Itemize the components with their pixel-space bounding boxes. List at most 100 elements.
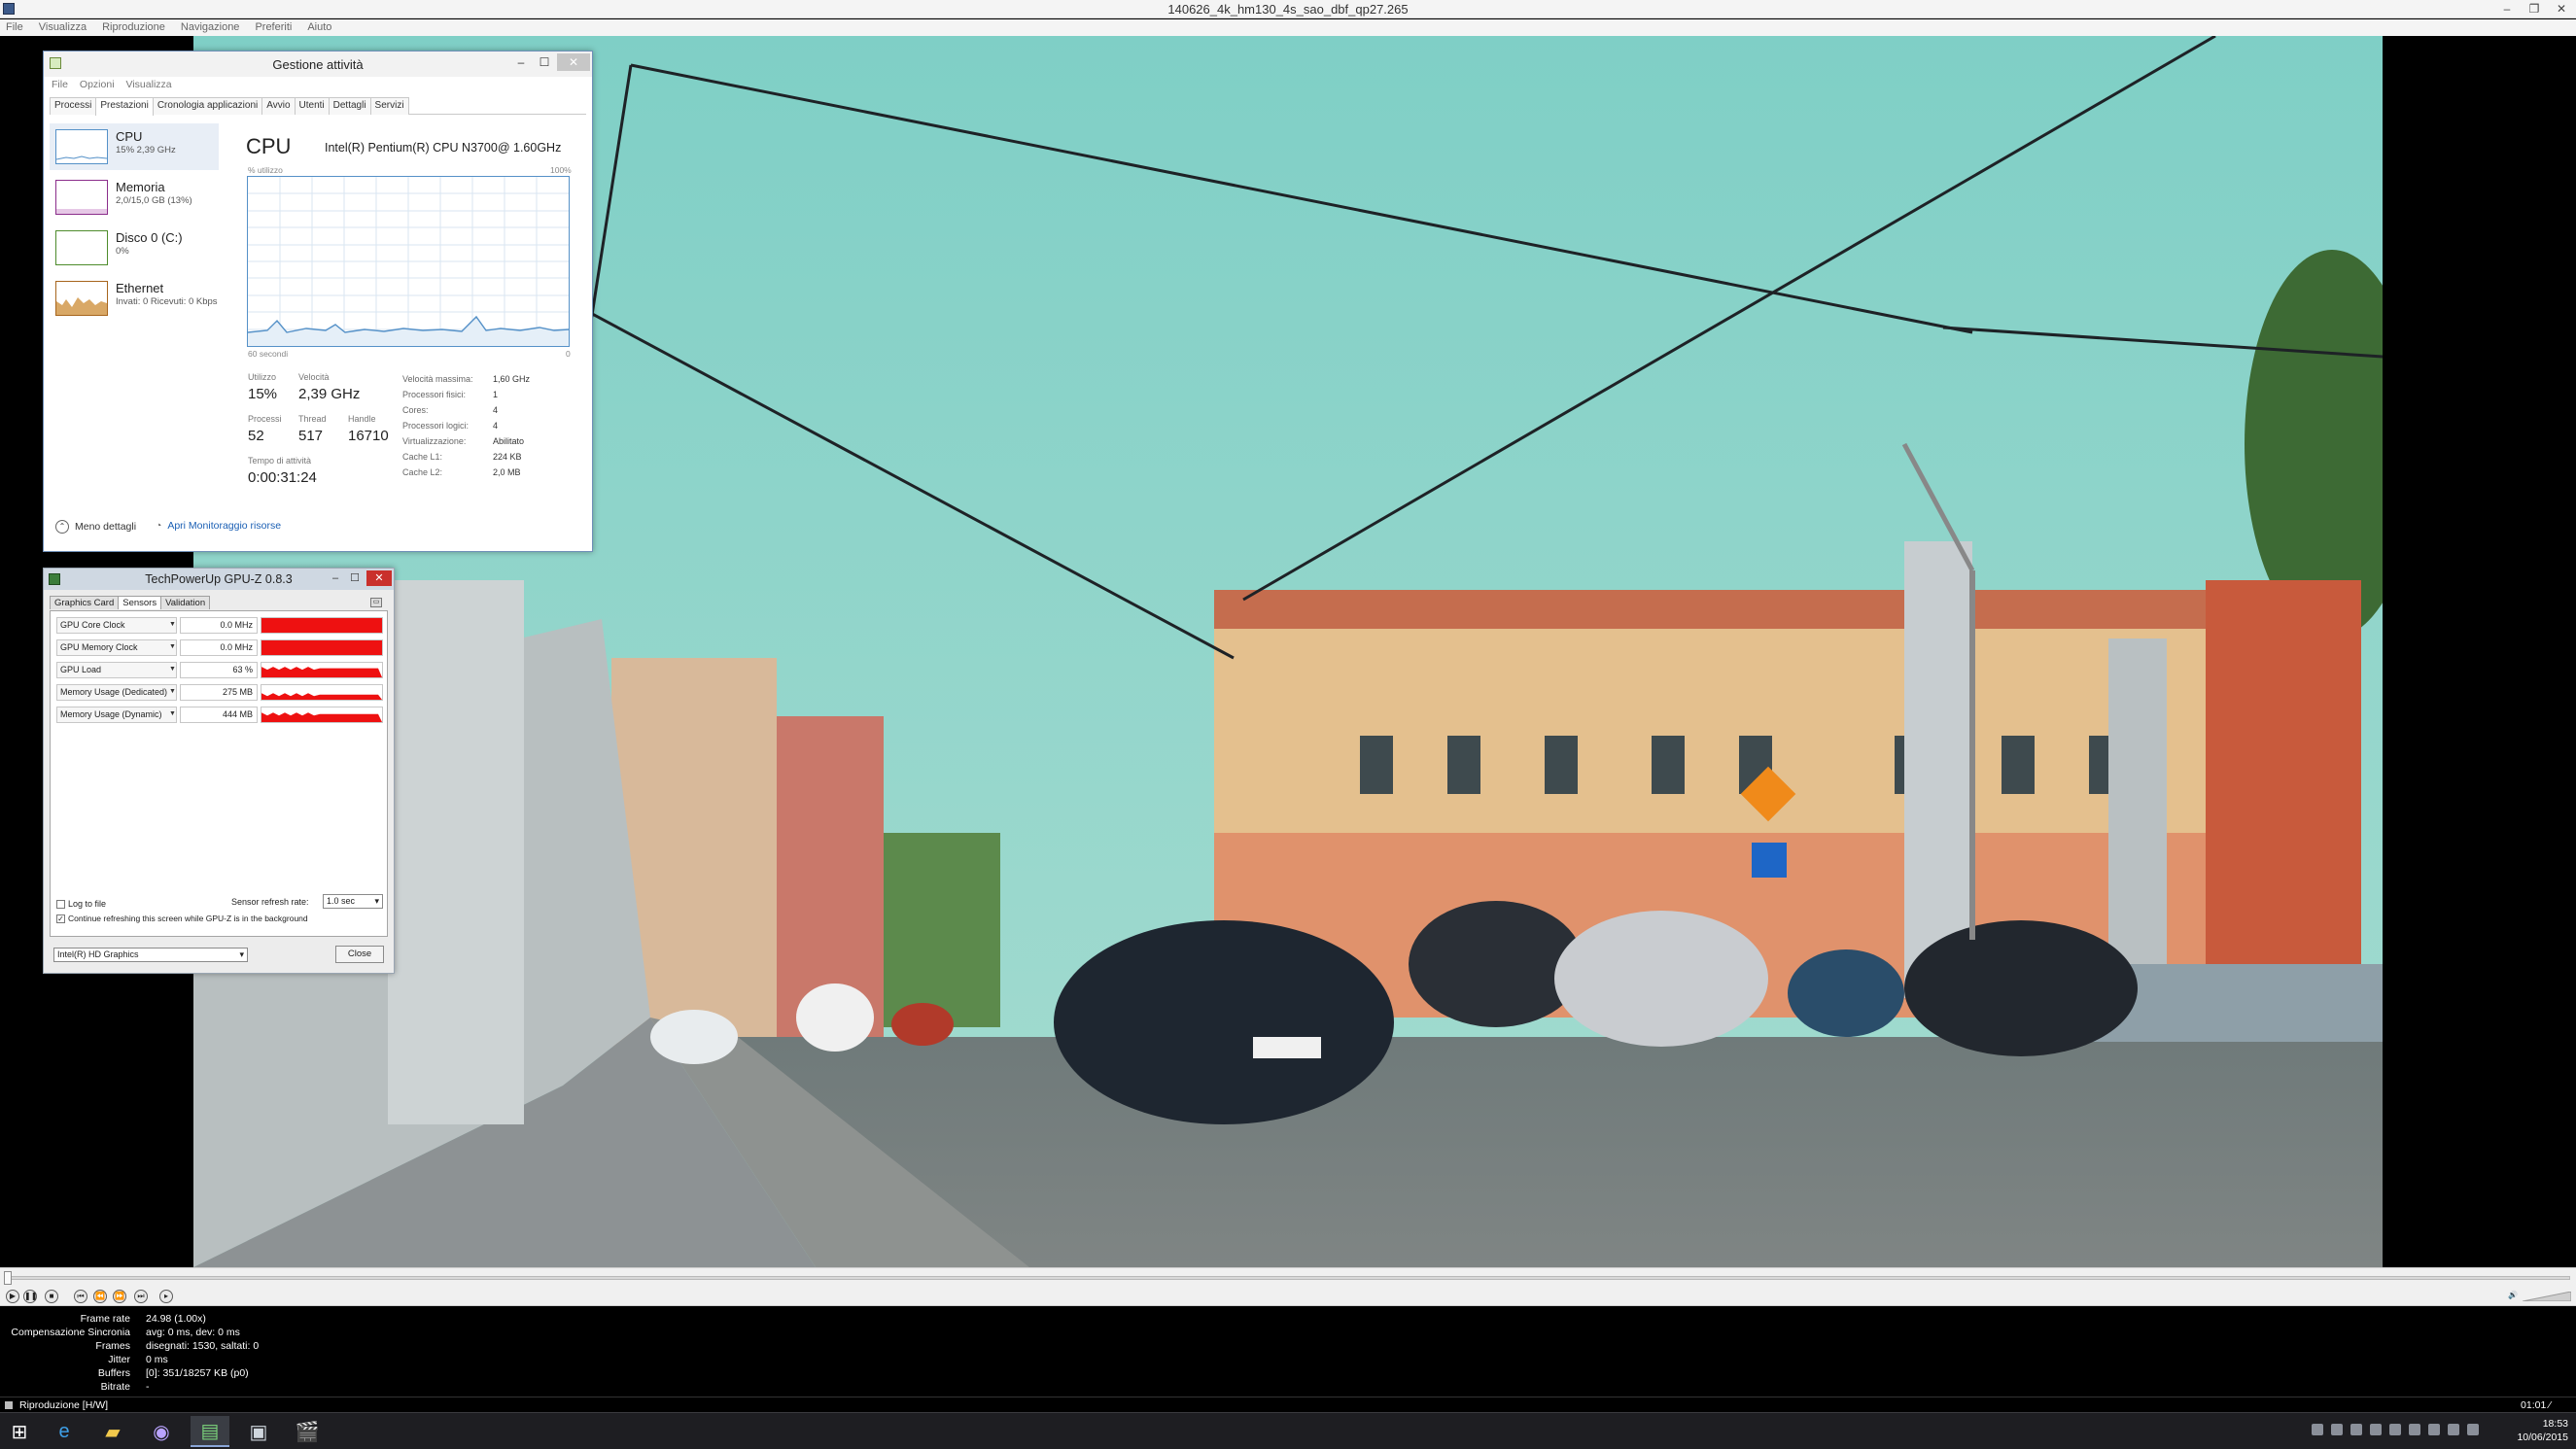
network-icon[interactable]	[2448, 1424, 2459, 1435]
stats-row: Buffers [0]: 351/18257 KB (p0)	[0, 1367, 875, 1380]
tab-performance[interactable]: Prestazioni	[95, 97, 154, 116]
explorer-icon[interactable]: ▰	[93, 1416, 132, 1447]
playback-controls: ▶ ❚❚ ■ ⏮ ⏪ ⏩ ⏭ ▸ 🔊	[0, 1287, 2576, 1306]
tab-startup[interactable]: Avvio	[261, 97, 296, 115]
chevron-down-icon: ▾	[374, 896, 379, 906]
minimize-button[interactable]: –	[2496, 1, 2518, 17]
open-resource-monitor-label: Apri Monitoraggio risorse	[167, 520, 282, 532]
tm-maximize-button[interactable]: ☐	[534, 53, 555, 71]
sidebar-item-ethernet[interactable]: Ethernet Invati: 0 Ricevuti: 0 Kbps	[50, 275, 219, 322]
start-icon[interactable]: ⊞	[0, 1416, 39, 1447]
detail-value: 1	[493, 390, 499, 399]
tab-sensors[interactable]: Sensors	[118, 596, 162, 609]
chevron-down-icon[interactable]: ▼	[169, 666, 176, 673]
sidebar-item-memory[interactable]: Memoria 2,0/15,0 GB (13%)	[50, 174, 219, 221]
gpu-select[interactable]: Intel(R) HD Graphics ▾	[53, 948, 248, 962]
maximize-button[interactable]: ❐	[2524, 1, 2545, 17]
volume-slider[interactable]	[2523, 1292, 2571, 1301]
rewind-icon[interactable]: ⏪	[93, 1290, 107, 1303]
tray-icon[interactable]	[2331, 1424, 2343, 1435]
tray-icon[interactable]	[2312, 1424, 2323, 1435]
task-manager-window[interactable]: Gestione attività – ☐ ✕ File Opzioni Vis…	[43, 51, 593, 552]
prev-icon[interactable]: ⏮	[74, 1290, 87, 1303]
tm-minimize-button[interactable]: –	[510, 53, 532, 71]
sensor-name[interactable]: GPU Core Clock	[56, 617, 177, 634]
seek-track[interactable]	[6, 1276, 2570, 1280]
detail-key: Cache L1:	[402, 452, 443, 462]
frame-step-icon[interactable]: ▸	[159, 1290, 173, 1303]
gpuz-window[interactable]: TechPowerUp GPU-Z 0.8.3 – ☐ ✕ Graphics C…	[43, 568, 395, 974]
sensor-name[interactable]: Memory Usage (Dynamic)	[56, 707, 177, 723]
detail-key: Velocità massima:	[402, 374, 473, 384]
tray-icon[interactable]	[2389, 1424, 2401, 1435]
detail-value: 4	[493, 421, 499, 431]
refresh-rate-select[interactable]: 1.0 sec ▾	[323, 894, 383, 909]
tab-details[interactable]: Dettagli	[328, 97, 371, 115]
graph-x-min: 0	[566, 349, 571, 359]
camera-icon[interactable]: ▭	[370, 598, 382, 607]
gpuz-close-btn[interactable]: Close	[335, 946, 384, 963]
sidebar-item-label: Ethernet	[116, 281, 164, 295]
menu-file[interactable]: File	[6, 19, 23, 36]
menu-help[interactable]: Aiuto	[307, 19, 331, 36]
continue-refresh-checkbox[interactable]: ✓	[56, 914, 65, 924]
gpuz-minimize-button[interactable]: –	[326, 570, 345, 586]
sensor-name[interactable]: GPU Load	[56, 662, 177, 678]
tab-app-history[interactable]: Cronologia applicazioni	[152, 97, 263, 115]
less-details-button[interactable]: ⌃ Meno dettagli	[55, 520, 136, 534]
tab-validation[interactable]: Validation	[160, 596, 211, 609]
media-player-icon[interactable]: ◉	[142, 1416, 181, 1447]
close-button[interactable]: ✕	[2551, 1, 2572, 17]
tab-services[interactable]: Servizi	[369, 97, 409, 115]
chevron-down-icon[interactable]: ▼	[169, 643, 176, 650]
sensor-graph	[261, 617, 383, 634]
menu-favorites[interactable]: Preferiti	[255, 19, 292, 36]
detail-value: 224 KB	[493, 452, 522, 462]
seek-thumb[interactable]	[4, 1271, 12, 1285]
speaker-icon[interactable]: 🔊	[2506, 1290, 2520, 1303]
gpuz-maximize-button[interactable]: ☐	[345, 570, 365, 586]
tray-icon[interactable]	[2428, 1424, 2440, 1435]
chevron-down-icon[interactable]: ▼	[169, 621, 176, 628]
seek-bar[interactable]	[0, 1267, 2576, 1287]
tab-graphics-card[interactable]: Graphics Card	[50, 596, 120, 609]
tab-processes[interactable]: Processi	[50, 97, 97, 115]
gpuz-taskbar-icon[interactable]: ▣	[239, 1416, 278, 1447]
sidebar-item-cpu[interactable]: CPU 15% 2,39 GHz	[50, 123, 219, 170]
pause-icon[interactable]: ❚❚	[23, 1290, 37, 1303]
tray-icon[interactable]	[2370, 1424, 2382, 1435]
stats-label: Buffers	[97, 1367, 130, 1379]
gpuz-titlebar[interactable]: TechPowerUp GPU-Z 0.8.3 – ☐ ✕	[44, 569, 394, 590]
clock[interactable]: 18:53 10/06/2015	[2517, 1417, 2568, 1444]
sensor-name[interactable]: GPU Memory Clock	[56, 639, 177, 656]
menu-navigate[interactable]: Navigazione	[181, 19, 240, 36]
tray-icon[interactable]	[2350, 1424, 2362, 1435]
task-manager-titlebar[interactable]: Gestione attività – ☐ ✕	[44, 52, 592, 77]
sidebar-item-disk[interactable]: Disco 0 (C:) 0%	[50, 224, 219, 271]
chevron-down-icon[interactable]: ▼	[169, 710, 176, 717]
tm-menu-file[interactable]: File	[52, 79, 68, 90]
menu-view[interactable]: Visualizza	[39, 19, 87, 36]
volume-icon[interactable]	[2467, 1424, 2479, 1435]
stop-icon[interactable]: ■	[45, 1290, 58, 1303]
tm-close-button[interactable]: ✕	[557, 53, 590, 71]
tray-icon[interactable]	[2409, 1424, 2420, 1435]
log-to-file-checkbox[interactable]	[56, 900, 65, 910]
tab-users[interactable]: Utenti	[294, 97, 330, 115]
taskmgr-icon[interactable]: ▤	[191, 1416, 229, 1447]
log-to-file-option[interactable]: Log to file	[56, 899, 106, 910]
gpuz-close-button[interactable]: ✕	[366, 570, 392, 586]
tm-menu-options[interactable]: Opzioni	[80, 79, 115, 90]
forward-icon[interactable]: ⏩	[113, 1290, 126, 1303]
next-icon[interactable]: ⏭	[134, 1290, 148, 1303]
sensor-name[interactable]: Memory Usage (Dedicated)	[56, 684, 177, 701]
chevron-down-icon[interactable]: ▼	[169, 688, 176, 695]
play-icon[interactable]: ▶	[6, 1290, 19, 1303]
clapper-icon[interactable]: 🎬	[288, 1416, 327, 1447]
sidebar-item-value: Invati: 0 Ricevuti: 0 Kbps	[116, 296, 218, 307]
ie-icon[interactable]: e	[45, 1416, 84, 1447]
open-resource-monitor-link[interactable]: ◔ Apri Monitoraggio risorse	[156, 520, 281, 532]
tm-menu-view[interactable]: Visualizza	[126, 79, 172, 90]
continue-refresh-option[interactable]: ✓ Continue refreshing this screen while G…	[56, 914, 308, 924]
menu-play[interactable]: Riproduzione	[102, 19, 165, 36]
